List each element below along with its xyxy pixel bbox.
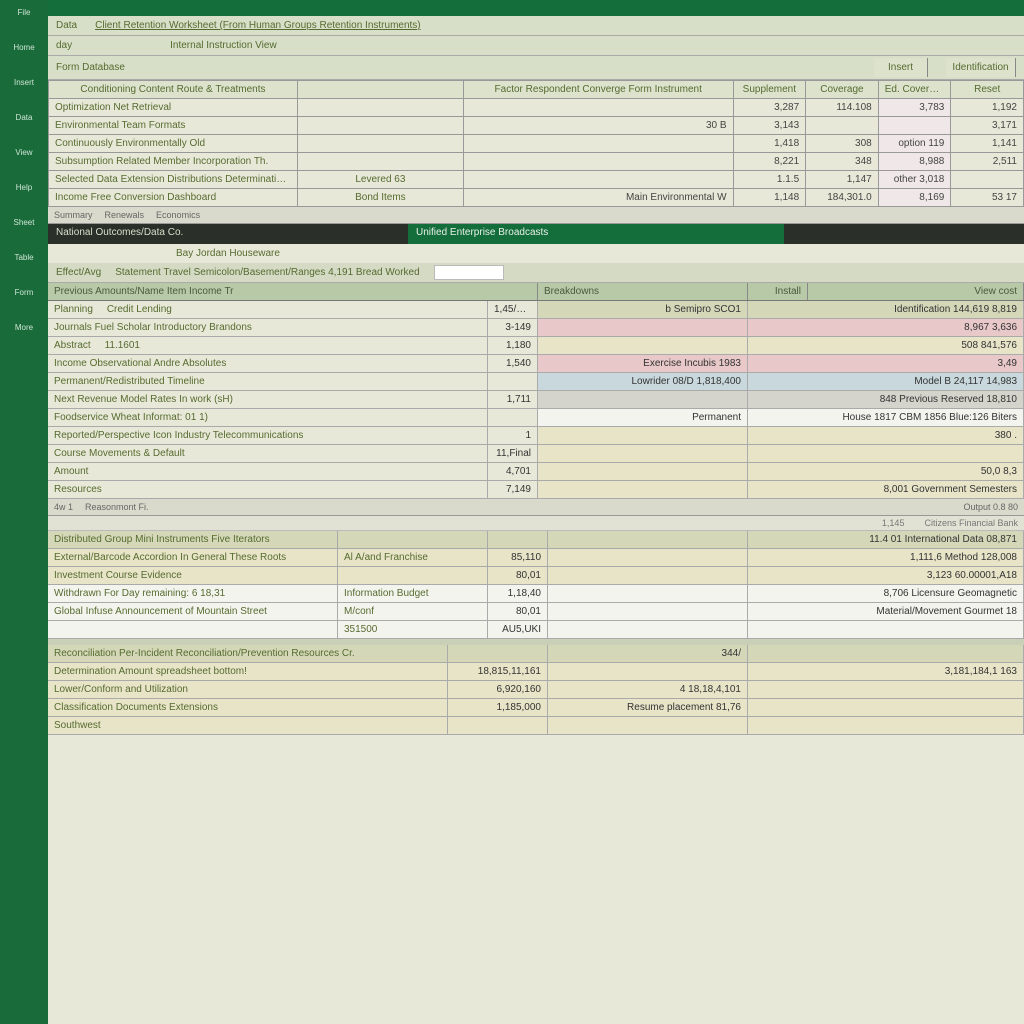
table-row[interactable]: Environmental Team Formats30 B3,1433,171 [49,117,1024,135]
th-1[interactable] [297,81,463,99]
list-item[interactable]: Investment Course Evidence80,013,123 60.… [48,567,1024,585]
list-item[interactable]: Abstract 11.16011,180508 841,576 [48,337,1024,355]
grid2-header: Previous Amounts/Name Item Income Tr Bre… [48,283,1024,301]
list-item[interactable]: Amount4,70150,0 8,3 [48,463,1024,481]
sidebar-item-insert[interactable]: Insert [12,76,36,89]
filter-bar: Effect/Avg Statement Travel Semicolon/Ba… [48,263,1024,283]
main-panel: Data Client Retention Worksheet (From Hu… [48,0,1024,1024]
list-item[interactable]: Income Observational Andre Absolutes1,54… [48,355,1024,373]
sidebar-item-data[interactable]: Data [14,111,35,124]
list-item[interactable]: Course Movements & Default11,Final [48,445,1024,463]
grid2-body[interactable]: Planning Credit Lending1,45/B/Hb Semipro… [48,301,1024,499]
th-6[interactable]: Reset [951,81,1024,99]
grid3-body[interactable]: Distributed Group Mini Instruments Five … [48,531,1024,639]
g2h-2[interactable]: Breakdowns [538,283,748,300]
col-insert[interactable]: Insert [874,58,928,77]
th-5[interactable]: Ed. Coverage [878,81,951,99]
g2h-0[interactable]: Previous Amounts/Name Item Income Tr [48,283,538,300]
footer-tab-summary[interactable]: Summary [54,210,93,220]
status-bar: 4w 1 Reasonmont Fi. Output 0.8 80 [48,499,1024,516]
g2h-4[interactable]: View cost [808,283,1024,300]
status-a: 4w 1 [54,502,73,512]
sidebar-item-file[interactable]: File [16,6,33,19]
list-item[interactable]: Global Infuse Announcement of Mountain S… [48,603,1024,621]
table-row[interactable]: Optimization Net Retrieval3,287114.1083,… [49,99,1024,117]
table-row[interactable]: Continuously Environmentally Old1,418308… [49,135,1024,153]
filter-input[interactable] [434,265,504,280]
list-item[interactable]: Next Revenue Model Rates In work (sH)1,7… [48,391,1024,409]
th-0[interactable]: Conditioning Content Route & Treatments [49,81,298,99]
sidebar-item-more[interactable]: More [13,321,35,334]
sidebar-item-help[interactable]: Help [14,181,34,194]
table-row[interactable]: Income Free Conversion DashboardBond Ite… [49,189,1024,207]
ribbon-sub: day Internal Instruction View [48,36,1024,56]
list-item[interactable]: Distributed Group Mini Instruments Five … [48,531,1024,549]
ribbon-sub2: Form Database Insert Identification [48,56,1024,80]
mini-b: 1,145 [882,518,905,528]
mini-c: Citizens Financial Bank [924,518,1018,528]
top-table[interactable]: Conditioning Content Route & Treatments … [48,80,1024,207]
list-item[interactable]: Classification Documents Extensions1,185… [48,699,1024,717]
list-item[interactable]: External/Barcode Accordion In General Th… [48,549,1024,567]
section-divider: National Outcomes/Data Co. Unified Enter… [48,224,1024,244]
filter-label-b: Statement Travel Semicolon/Basement/Rang… [115,267,419,278]
section-right-title: Unified Enterprise Broadcasts [408,224,784,244]
list-item[interactable]: Planning Credit Lending1,45/B/Hb Semipro… [48,301,1024,319]
list-item[interactable]: Determination Amount spreadsheet bottom!… [48,663,1024,681]
ribbon: Data Client Retention Worksheet (From Hu… [48,16,1024,36]
subbar-label: Bay Jordan Houseware [176,248,280,259]
footer-tab-economics[interactable]: Economics [156,210,200,220]
sidebar: File Home Insert Data View Help Sheet Ta… [0,0,48,1024]
list-item[interactable]: Journals Fuel Scholar Introductory Brand… [48,319,1024,337]
th-2[interactable]: Factor Respondent Converge Form Instrume… [463,81,733,99]
g2h-3[interactable]: Install [748,283,808,300]
table-row[interactable]: Selected Data Extension Distributions De… [49,171,1024,189]
ribbon-db-label: Form Database [56,62,125,73]
sidebar-item-view[interactable]: View [13,146,34,159]
tab-strip [48,0,1024,16]
sidebar-item-sheet[interactable]: Sheet [12,216,37,229]
list-item[interactable]: Permanent/Redistributed TimelineLowrider… [48,373,1024,391]
list-item[interactable]: Resources7,1498,001 Government Semesters [48,481,1024,499]
section-left-title: National Outcomes/Data Co. [48,224,408,244]
list-item[interactable]: 351500AU5,UKI [48,621,1024,639]
mini-toolbar: 1,145 Citizens Financial Bank [48,516,1024,531]
footer-tabs: Summary Renewals Economics [48,207,1024,224]
status-b: Reasonmont Fi. [85,502,149,512]
col-ident[interactable]: Identification [946,58,1016,77]
list-item[interactable]: Reported/Perspective Icon Industry Telec… [48,427,1024,445]
th-4[interactable]: Coverage [806,81,879,99]
list-item[interactable]: Reconciliation Per-Incident Reconciliati… [48,645,1024,663]
filter-label-a: Effect/Avg [56,267,101,278]
footer-tab-renewals[interactable]: Renewals [105,210,145,220]
ribbon-sub1: day [56,40,72,51]
th-3[interactable]: Supplement [733,81,806,99]
list-item[interactable]: Southwest [48,717,1024,735]
list-item[interactable]: Lower/Conform and Utilization6,920,1604 … [48,681,1024,699]
list-item[interactable]: Withdrawn For Day remaining: 6 18,31Info… [48,585,1024,603]
status-c: Output 0.8 80 [963,502,1018,512]
table-row[interactable]: Subsumption Related Member Incorporation… [49,153,1024,171]
ribbon-sub3: Internal Instruction View [170,40,277,51]
subbar: Bay Jordan Houseware [48,244,1024,263]
ribbon-tab[interactable]: Data [56,20,77,31]
sidebar-item-home[interactable]: Home [11,41,36,54]
document-title: Client Retention Worksheet (From Human G… [95,20,421,31]
grid4-body[interactable]: Reconciliation Per-Incident Reconciliati… [48,645,1024,735]
sidebar-item-table[interactable]: Table [12,251,35,264]
sidebar-item-form[interactable]: Form [13,286,36,299]
list-item[interactable]: Foodservice Wheat Informat: 01 1)Permane… [48,409,1024,427]
